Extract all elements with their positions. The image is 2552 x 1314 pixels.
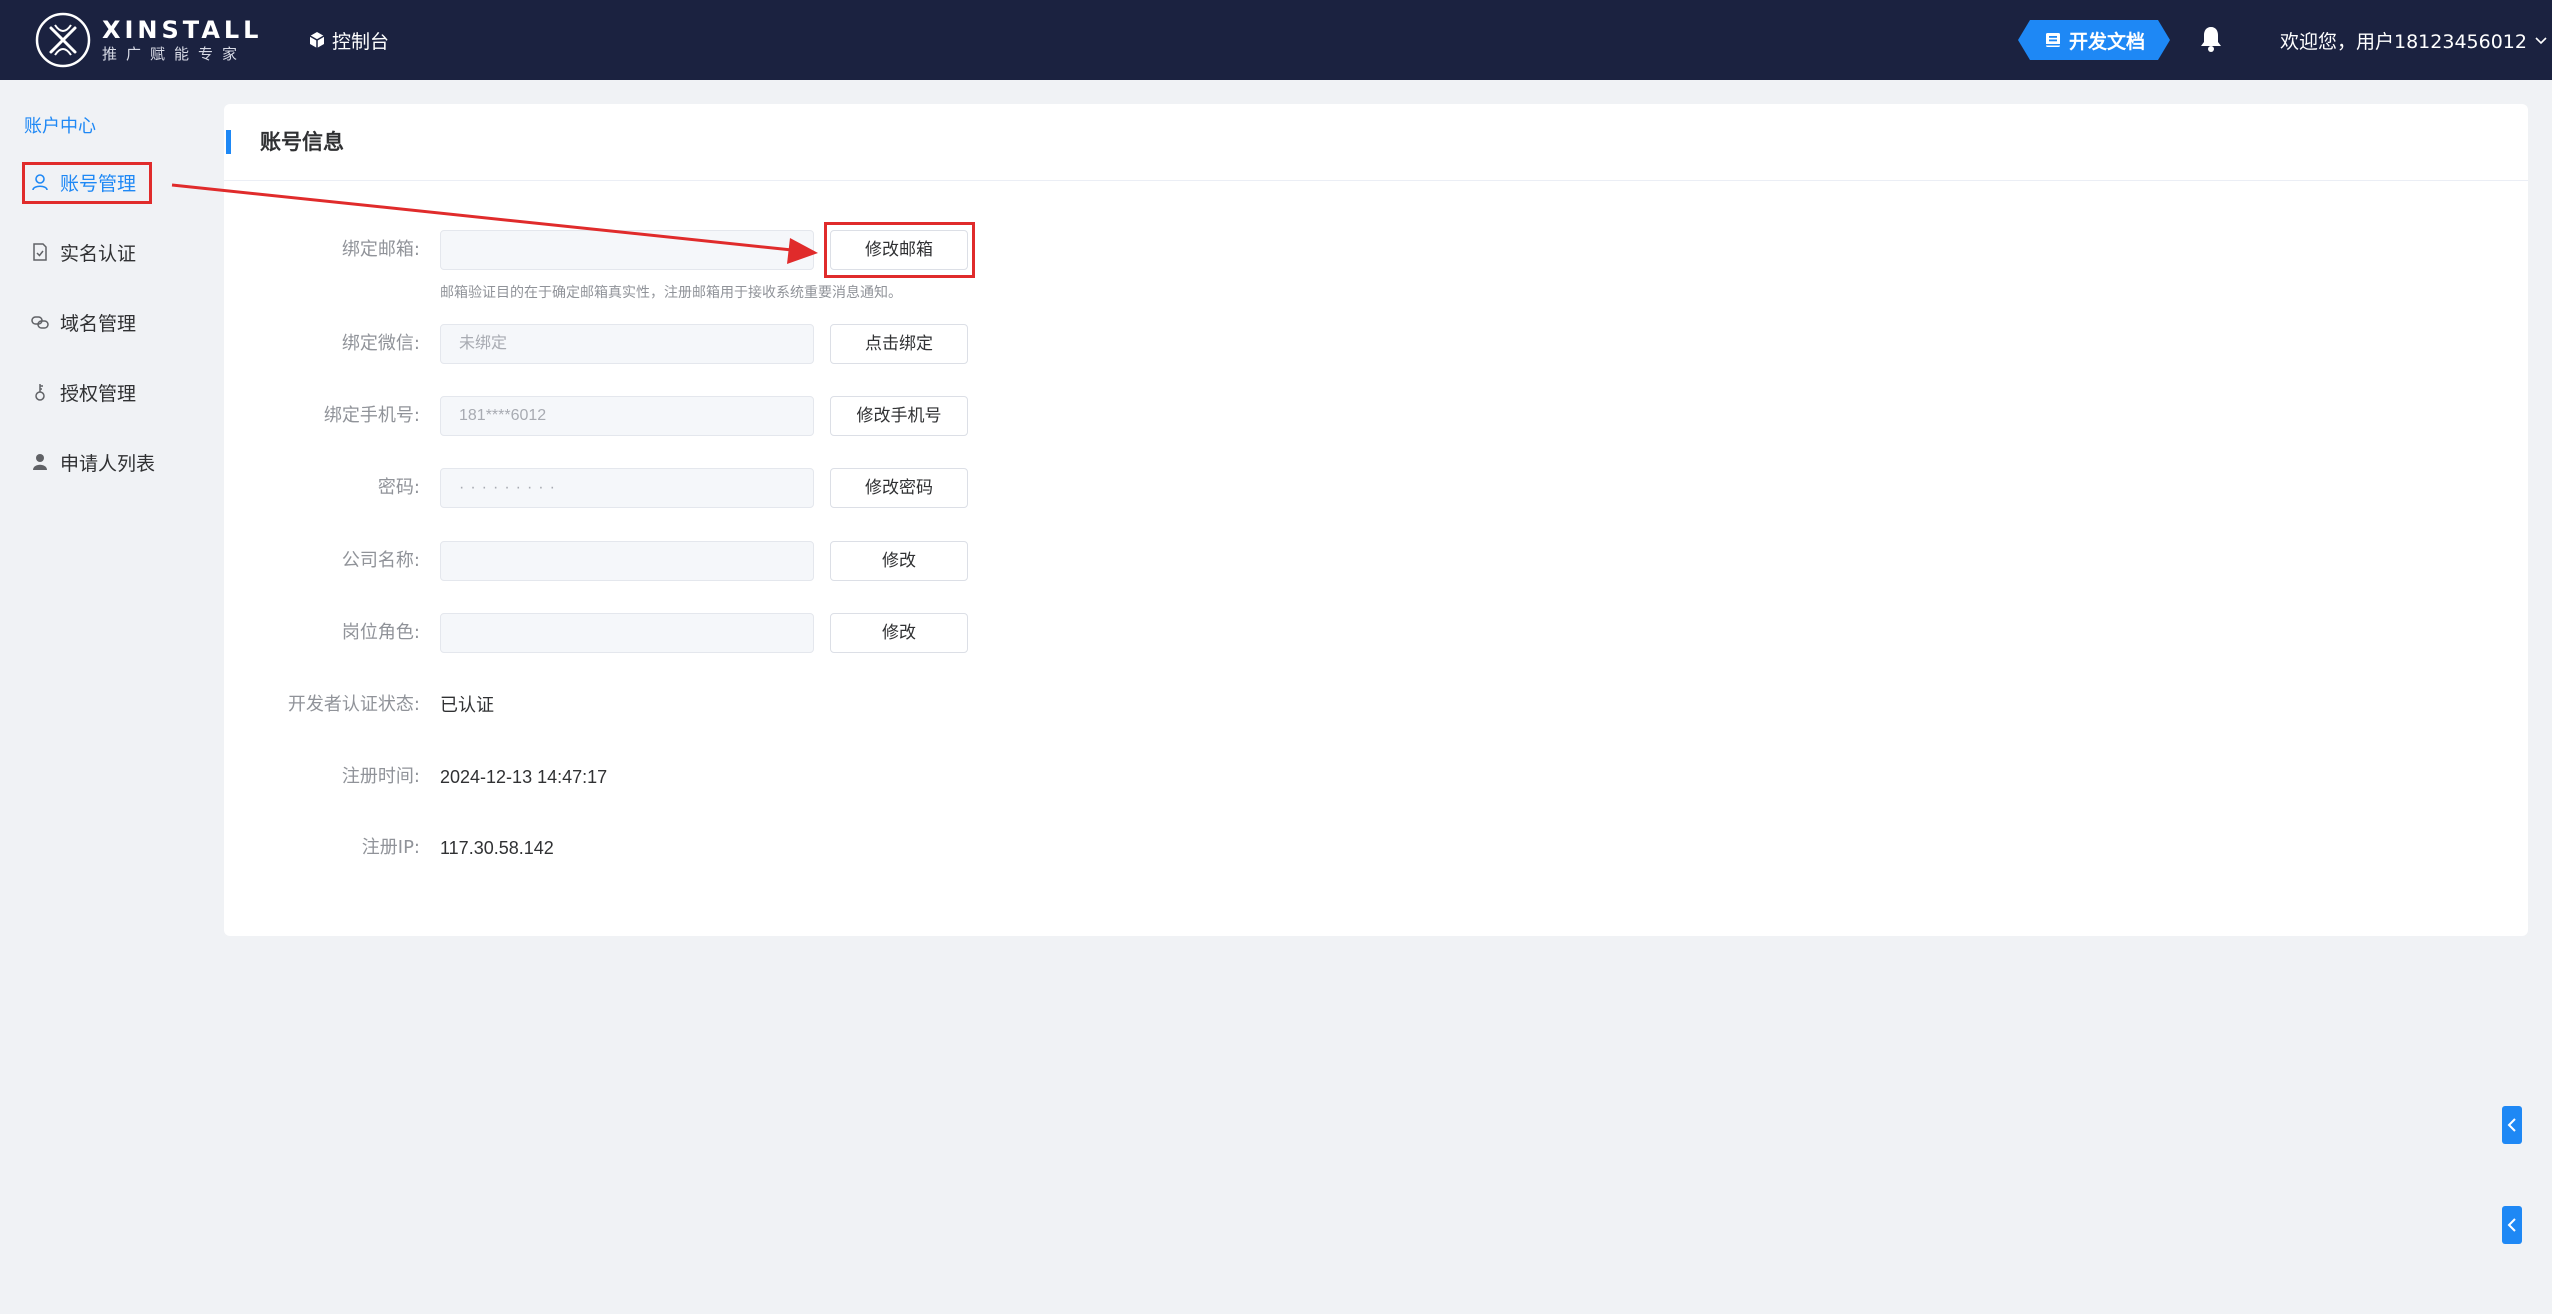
company-field	[440, 541, 814, 581]
change-phone-button[interactable]: 修改手机号	[830, 396, 968, 436]
chevron-down-icon	[2535, 37, 2547, 45]
xinstall-logo[interactable]: XINSTALL 推广赋能专家	[34, 10, 262, 70]
person-icon	[33, 454, 47, 470]
dev-status-value: 已认证	[440, 695, 494, 715]
sidebar-item-label: 申请人列表	[60, 452, 156, 475]
reg-ip-label: 注册IP:	[361, 837, 420, 858]
sidebar-item-label: 授权管理	[60, 382, 137, 405]
email-hint: 邮箱验证目的在于确定邮箱真实性，注册邮箱用于接收系统重要消息通知。	[440, 285, 902, 301]
top-navbar: XINSTALL 推广赋能专家 控制台 开发文档 欢迎您，用户181234560…	[0, 0, 2552, 80]
title-accent-bar	[226, 130, 231, 154]
console-link[interactable]: 控制台	[308, 24, 389, 56]
card-header: 账号信息	[224, 104, 2528, 181]
sidebar-item-label: 域名管理	[60, 312, 137, 335]
sidebar-item-label: 实名认证	[60, 242, 137, 265]
wechat-field: 未绑定	[440, 324, 814, 364]
reg-time-value: 2024-12-13 14:47:17	[440, 767, 608, 787]
bell-icon[interactable]	[2198, 24, 2224, 54]
dev-docs-button[interactable]: 开发文档	[2018, 20, 2170, 60]
edit-company-button[interactable]: 修改	[830, 541, 968, 581]
side-panel-toggle[interactable]	[2502, 1206, 2522, 1244]
edit-position-button[interactable]: 修改	[830, 613, 968, 653]
console-label: 控制台	[332, 30, 390, 53]
dev-docs-label: 开发文档	[2068, 30, 2145, 53]
phone-label: 绑定手机号:	[323, 405, 420, 426]
email-label: 绑定邮箱:	[341, 239, 420, 260]
chevron-left-icon	[2507, 1218, 2516, 1232]
user-menu[interactable]: 欢迎您，用户18123456012	[2280, 24, 2549, 56]
email-field	[440, 230, 814, 270]
phone-field: 181****6012	[440, 396, 814, 436]
annotation-highlight-box	[824, 222, 975, 278]
side-panel-toggle[interactable]	[2502, 1106, 2522, 1144]
reg-time-label: 注册时间:	[341, 766, 420, 787]
book-icon	[2043, 30, 2063, 50]
logo-icon	[35, 12, 91, 68]
password-label: 密码:	[377, 477, 420, 498]
chevron-left-icon	[2507, 1118, 2516, 1132]
password-field: ·········	[440, 468, 814, 508]
position-field	[440, 613, 814, 653]
dev-status-label: 开发者认证状态:	[287, 694, 420, 715]
wechat-label: 绑定微信:	[341, 333, 420, 354]
bind-wechat-button[interactable]: 点击绑定	[830, 324, 968, 364]
company-label: 公司名称:	[341, 550, 420, 571]
reg-ip-value: 117.30.58.142	[440, 838, 554, 858]
sidebar-section-title: 账户中心	[24, 116, 96, 137]
page-title: 账号信息	[260, 130, 344, 154]
cube-icon	[309, 32, 325, 48]
logo-title: XINSTALL	[102, 16, 263, 44]
document-check-icon	[33, 243, 47, 261]
annotation-highlight-box	[22, 162, 152, 204]
link-icon	[31, 316, 49, 329]
welcome-text: 欢迎您，用户18123456012	[2280, 30, 2527, 53]
position-label: 岗位角色:	[341, 622, 420, 643]
account-info-card: 账号信息	[224, 104, 2528, 936]
key-icon	[35, 384, 45, 401]
logo-subtitle: 推广赋能专家	[102, 45, 247, 63]
change-password-button[interactable]: 修改密码	[830, 468, 968, 508]
